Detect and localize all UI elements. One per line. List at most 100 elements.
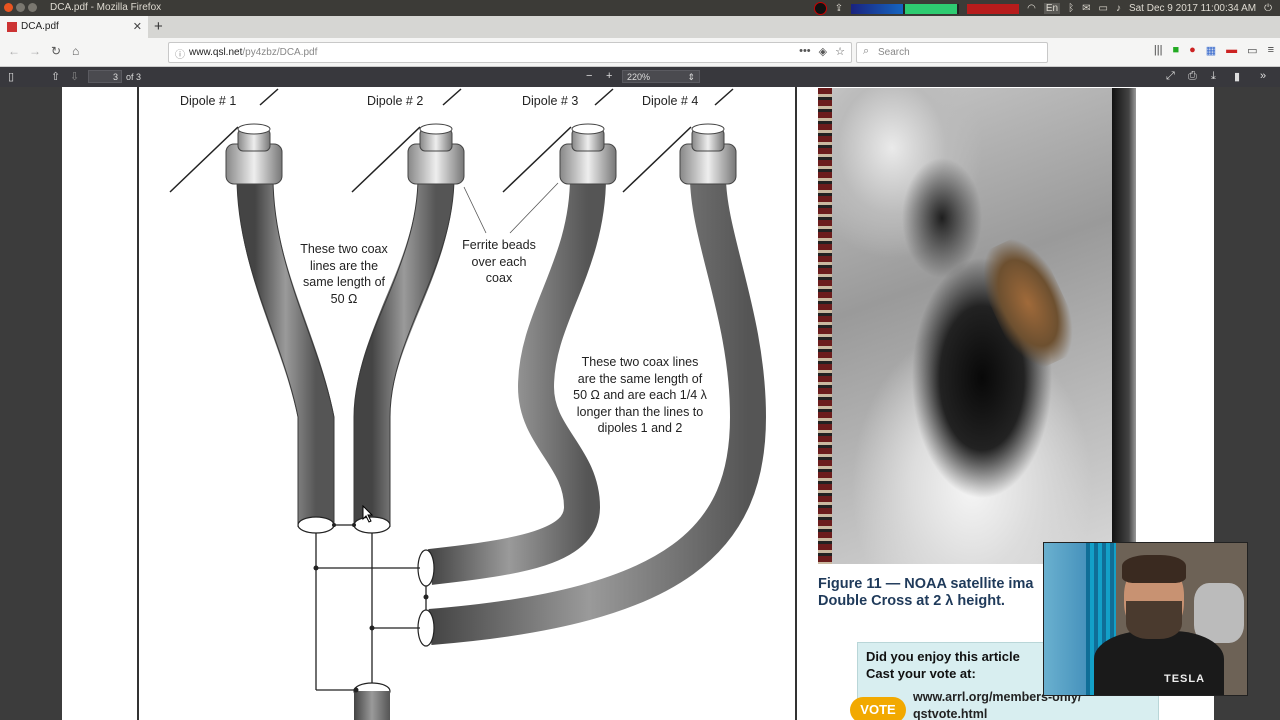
presentation-icon[interactable]: ⤢ <box>1166 70 1175 83</box>
coax-1 <box>237 176 334 527</box>
search-icon: ⌕ <box>863 45 870 57</box>
system-monitor-graph <box>851 3 960 14</box>
tab-close-icon[interactable]: ✕ <box>133 20 142 33</box>
pocket-icon[interactable]: ◈ <box>819 45 827 58</box>
previous-page-icon[interactable]: ⇧ <box>51 70 60 83</box>
dipole-label-1: Dipole # 1 <box>180 94 237 108</box>
note-line: lines are the <box>309 258 379 273</box>
forward-icon[interactable]: → <box>29 44 41 58</box>
battery-icon[interactable]: ▭ <box>1099 3 1108 14</box>
tools-icon[interactable]: » <box>1260 70 1266 82</box>
os-top-panel: DCA.pdf - Mozilla Firefox ⇪ ◠ En ᛒ ✉ ▭ ♪… <box>0 0 1280 16</box>
download-icon[interactable]: ⤓ <box>1211 70 1216 83</box>
window-controls[interactable] <box>4 3 37 12</box>
dipole-label-2: Dipole # 2 <box>367 94 424 108</box>
minimize-window-icon[interactable] <box>16 3 25 12</box>
maximize-window-icon[interactable] <box>28 3 37 12</box>
back-icon[interactable]: ← <box>8 44 20 58</box>
library-icon[interactable]: ||| <box>1154 44 1163 57</box>
print-icon[interactable]: ⎙ <box>1188 70 1197 83</box>
stop-icon[interactable] <box>813 2 827 15</box>
caption-line: Double Cross at 2 λ height. <box>818 593 1005 609</box>
zoom-out-icon[interactable]: − <box>586 70 592 82</box>
site-info-icon[interactable]: ⓘ <box>175 46 185 61</box>
note-line: over each <box>471 254 527 269</box>
extension-bar-icon[interactable]: ▬ <box>1226 44 1237 57</box>
search-bar[interactable]: ⌕ Search <box>856 42 1048 63</box>
junction-dot <box>332 523 336 527</box>
dipole-2-wire-top <box>442 88 462 106</box>
presenter-body <box>1094 631 1224 695</box>
vote-url-line[interactable]: qstvote.html <box>913 706 1081 720</box>
vote-title-line: Cast your vote at: <box>866 665 976 681</box>
tab-dca-pdf[interactable]: DCA.pdf ✕ <box>0 16 148 38</box>
next-page-icon[interactable]: ⇩ <box>70 70 79 83</box>
url-bar[interactable]: ⓘ www.qsl.net/py4zbz/DCA.pdf ••• ◈ ☆ <box>168 42 852 63</box>
junction-dot <box>313 565 319 571</box>
note-line: coax <box>485 271 513 285</box>
reload-icon[interactable]: ↻ <box>51 44 61 58</box>
noaa-satellite-image <box>818 88 1136 564</box>
bookmark-icon[interactable]: ▮ <box>1234 70 1240 83</box>
navigation-toolbar: ← → ↻ ⌂ ⓘ www.qsl.net/py4zbz/DCA.pdf •••… <box>0 38 1280 67</box>
dipole-label-4: Dipole # 4 <box>642 94 699 108</box>
sidebar-icon[interactable]: ▭ <box>1247 44 1257 57</box>
clock[interactable]: Sat Dec 9 2017 11:00:34 AM <box>1129 3 1256 14</box>
wifi-icon[interactable]: ◠ <box>1027 3 1036 14</box>
coax-3-end <box>417 549 435 587</box>
extension-red-icon[interactable]: ● <box>1189 44 1196 57</box>
tab-strip: DCA.pdf ✕ + <box>0 16 1280 38</box>
zoom-in-icon[interactable]: + <box>606 70 612 82</box>
keyboard-layout[interactable]: En <box>1043 3 1061 14</box>
upload-icon[interactable]: ⇪ <box>835 3 843 14</box>
presenter-beard <box>1126 601 1182 639</box>
page-actions-icon[interactable]: ••• <box>799 45 811 58</box>
close-window-icon[interactable] <box>4 3 13 12</box>
search-placeholder: Search <box>878 47 910 58</box>
image-edge <box>1112 88 1136 564</box>
dipole-label-3: Dipole # 3 <box>522 94 579 108</box>
note-line: 50 Ω <box>330 291 358 306</box>
presenter-hair <box>1122 555 1186 583</box>
dipole-3-wire-top <box>594 88 614 106</box>
sidebar-toggle-icon[interactable]: ▯ <box>8 70 14 83</box>
zoom-value: 220% <box>627 72 651 82</box>
microphone <box>1194 583 1244 643</box>
pdf-toolbar: ▯ ⇧ ⇩ 3 of 3 − + 220% ⇕ ⤢ ⎙ ⤓ ▮ » <box>0 67 1280 87</box>
new-tab-button[interactable]: + <box>154 18 163 35</box>
ferrite-pointer-3 <box>509 182 559 234</box>
vote-badge: VOTE <box>850 697 906 720</box>
extension-blue-icon[interactable]: ▦ <box>1206 44 1216 57</box>
url-actions: ••• ◈ ☆ <box>799 45 845 58</box>
note-line: These two coax lines <box>581 355 699 369</box>
connector-1-top <box>237 123 271 135</box>
power-icon[interactable]: ⏻ <box>1264 3 1272 14</box>
vote-title-line: Did you enjoy this article <box>866 649 1020 664</box>
junction-dot <box>423 594 429 600</box>
zoom-select[interactable]: 220% ⇕ <box>622 70 700 83</box>
bluetooth-icon[interactable]: ᛒ <box>1068 3 1074 14</box>
menu-icon[interactable]: ≡ <box>1268 44 1274 57</box>
feedline-coax <box>354 691 390 720</box>
window-title: DCA.pdf - Mozilla Firefox <box>50 2 162 13</box>
url-path: /py4zbz/DCA.pdf <box>242 47 318 58</box>
pdf-favicon-icon <box>7 22 17 32</box>
volume-icon[interactable]: ♪ <box>1116 3 1121 14</box>
tab-title: DCA.pdf <box>21 21 59 32</box>
connector-2-top <box>419 123 453 135</box>
extension-green-icon[interactable]: ■ <box>1172 44 1179 57</box>
bookmark-star-icon[interactable]: ☆ <box>835 45 845 58</box>
caption-line: Figure 11 — NOAA satellite ima <box>818 576 1034 592</box>
note-ferrite: Ferrite beads over each coax <box>454 237 544 287</box>
connector-4-top <box>691 123 725 135</box>
coax-1-end <box>297 516 335 534</box>
vote-title: Did you enjoy this article Cast your vot… <box>866 649 1020 682</box>
page-number-input[interactable]: 3 <box>88 70 122 83</box>
note-line: Ferrite beads <box>462 238 536 252</box>
note-line: longer than the lines to <box>576 404 704 419</box>
dipole-4-wire-top <box>714 88 734 106</box>
home-icon[interactable]: ⌂ <box>72 44 79 58</box>
url-text[interactable]: www.qsl.net/py4zbz/DCA.pdf <box>189 47 317 58</box>
mail-icon[interactable]: ✉ <box>1082 3 1090 14</box>
junction-dot <box>353 687 359 693</box>
